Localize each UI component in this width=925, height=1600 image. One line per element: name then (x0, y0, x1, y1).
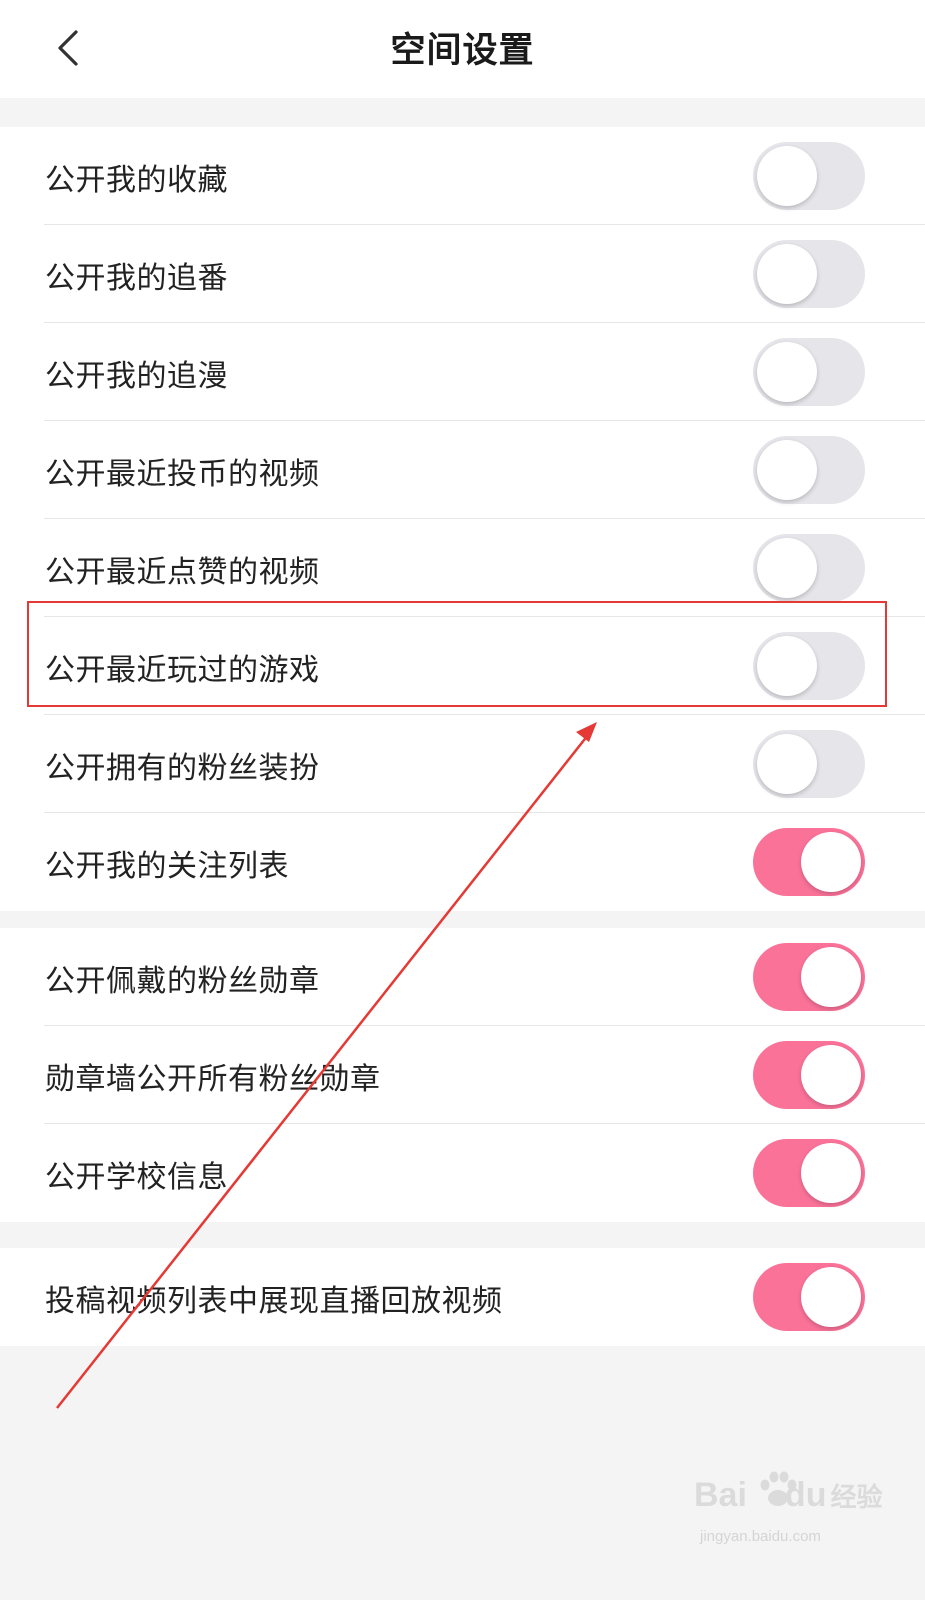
setting-label: 公开最近投币的视频 (45, 457, 320, 492)
toggle-switch[interactable] (753, 534, 865, 602)
setting-label: 公开我的关注列表 (45, 849, 289, 884)
setting-row: 投稿视频列表中展现直播回放视频 (0, 1248, 925, 1346)
settings-group-1: 公开我的收藏 公开我的追番 公开我的追漫 公开最近投币的视频 公开最近点赞的视频… (0, 127, 925, 911)
toggle-switch[interactable] (753, 240, 865, 308)
toggle-knob (801, 1267, 861, 1327)
toggle-switch[interactable] (753, 730, 865, 798)
nav-bar: 空间设置 (0, 0, 925, 98)
setting-label: 投稿视频列表中展现直播回放视频 (45, 1284, 503, 1319)
toggle-knob (757, 734, 817, 794)
page-title: 空间设置 (390, 31, 535, 71)
toggle-knob (801, 1143, 861, 1203)
settings-group-3: 投稿视频列表中展现直播回放视频 (0, 1248, 925, 1346)
setting-row: 勋章墙公开所有粉丝勋章 (0, 1026, 925, 1124)
toggle-knob (801, 1045, 861, 1105)
setting-row: 公开最近点赞的视频 (0, 519, 925, 617)
toggle-switch[interactable] (753, 943, 865, 1011)
toggle-switch[interactable] (753, 338, 865, 406)
setting-row: 公开我的追漫 (0, 323, 925, 421)
watermark-brand: Bai du 经验 (694, 1476, 883, 1514)
setting-row: 公开我的关注列表 (0, 813, 925, 911)
toggle-switch-recent-games[interactable] (753, 632, 865, 700)
setting-label: 公开最近点赞的视频 (45, 555, 320, 590)
toggle-knob (757, 244, 817, 304)
toggle-knob (757, 342, 817, 402)
setting-label: 公开最近玩过的游戏 (45, 653, 320, 688)
setting-label: 公开我的收藏 (45, 163, 228, 198)
toggle-switch[interactable] (753, 436, 865, 504)
setting-row: 公开最近投币的视频 (0, 421, 925, 519)
setting-label: 公开我的追漫 (45, 359, 228, 394)
setting-label: 公开拥有的粉丝装扮 (45, 751, 320, 786)
setting-label: 公开我的追番 (45, 261, 228, 296)
watermark-url: jingyan.baidu.com (700, 1528, 821, 1545)
toggle-switch[interactable] (753, 1041, 865, 1109)
toggle-switch[interactable] (753, 1263, 865, 1331)
toggle-knob (757, 146, 817, 206)
setting-row: 公开拥有的粉丝装扮 (0, 715, 925, 813)
toggle-knob (801, 832, 861, 892)
setting-row: 公开我的追番 (0, 225, 925, 323)
baidu-jingyan-watermark: Bai du 经验 jingyan.baidu.com (690, 1462, 890, 1562)
setting-row: 公开学校信息 (0, 1124, 925, 1222)
setting-label: 公开佩戴的粉丝勋章 (45, 964, 320, 999)
toggle-knob (757, 538, 817, 598)
setting-row-recent-games: 公开最近玩过的游戏 (0, 617, 925, 715)
toggle-knob (801, 947, 861, 1007)
setting-label: 公开学校信息 (45, 1160, 228, 1195)
toggle-switch[interactable] (753, 142, 865, 210)
toggle-knob (757, 440, 817, 500)
toggle-switch[interactable] (753, 828, 865, 896)
setting-row: 公开佩戴的粉丝勋章 (0, 928, 925, 1026)
toggle-switch[interactable] (753, 1139, 865, 1207)
settings-group-2: 公开佩戴的粉丝勋章 勋章墙公开所有粉丝勋章 公开学校信息 (0, 928, 925, 1222)
setting-row: 公开我的收藏 (0, 127, 925, 225)
toggle-knob (757, 636, 817, 696)
setting-label: 勋章墙公开所有粉丝勋章 (45, 1062, 381, 1097)
